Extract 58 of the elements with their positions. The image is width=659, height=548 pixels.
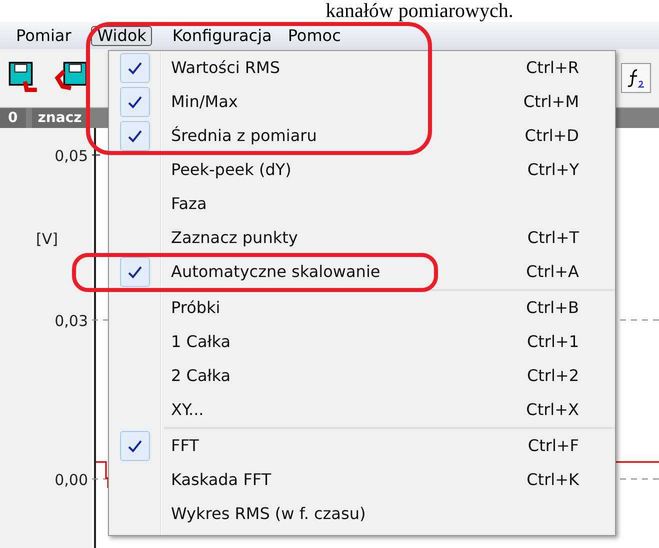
menu-item-label: 1 Całka xyxy=(171,331,231,353)
menu-bar-item[interactable]: Widok xyxy=(91,26,152,46)
shortcut-label: Ctrl+A xyxy=(526,261,579,283)
menu-item[interactable]: Zaznacz punkty Ctrl+T xyxy=(109,224,615,252)
menu-item[interactable]: FFT Ctrl+F xyxy=(109,432,615,460)
menu-item[interactable]: 1 Całka Ctrl+1 xyxy=(109,328,615,356)
menu-item[interactable]: Próbki Ctrl+B xyxy=(109,294,615,322)
menu-item-label: Faza xyxy=(171,193,207,215)
shortcut-label: Ctrl+M xyxy=(523,91,579,113)
axis-tick-label: 0,05 xyxy=(54,146,88,165)
shortcut-label: Ctrl+X xyxy=(526,399,579,421)
shortcut-label: Ctrl+2 xyxy=(526,365,579,387)
menu-item-label: FFT xyxy=(171,435,199,457)
menu-bar-item[interactable]: Konfiguracja xyxy=(166,26,278,46)
axis-tick-label: 0,00 xyxy=(54,470,88,489)
menu-item[interactable]: Peek-peek (dY) Ctrl+Y xyxy=(109,156,615,184)
shortcut-label: Ctrl+D xyxy=(524,125,579,147)
menu-item-label: Automatyczne skalowanie xyxy=(171,261,380,283)
caption-text: kanałów pomiarowych. xyxy=(326,0,514,22)
channel-label: znacz xyxy=(32,108,88,128)
menu-item-label: 2 Całka xyxy=(171,365,231,387)
menu-item-label: Wykres RMS (w f. czasu) xyxy=(171,503,366,525)
check-icon xyxy=(128,96,142,108)
check-icon xyxy=(128,62,142,74)
axis-unit-label: [V] xyxy=(36,229,58,248)
menu-item[interactable]: Kaskada FFT Ctrl+K xyxy=(109,466,615,494)
menu-item[interactable]: XY... Ctrl+X xyxy=(109,396,615,424)
shortcut-label: Ctrl+B xyxy=(526,297,579,319)
menu-item[interactable]: Wartości RMS Ctrl+R xyxy=(109,54,615,82)
menu-item[interactable]: Wykres RMS (w f. czasu) xyxy=(109,500,615,528)
function-icon xyxy=(627,68,645,88)
menu-item-label: Średnia z pomiaru xyxy=(171,125,317,147)
menu-item-label: XY... xyxy=(171,399,204,421)
shortcut-label: Ctrl+T xyxy=(527,227,579,249)
menu-item[interactable]: Średnia z pomiaru Ctrl+D xyxy=(109,122,615,150)
check-icon xyxy=(128,440,142,452)
menu-item[interactable]: Faza xyxy=(109,190,615,218)
check-icon xyxy=(128,266,142,278)
menu-item[interactable]: 2 Całka Ctrl+2 xyxy=(109,362,615,390)
shortcut-label: Ctrl+R xyxy=(526,57,579,79)
menu-item-label: Próbki xyxy=(171,297,220,319)
function-button[interactable] xyxy=(621,63,651,94)
menu-item[interactable]: Automatyczne skalowanie Ctrl+A xyxy=(109,258,615,286)
channel-number: 0 xyxy=(0,108,26,128)
menu-item-label: Kaskada FFT xyxy=(171,469,272,491)
shortcut-label: Ctrl+Y xyxy=(527,159,579,181)
menu-item[interactable]: Min/Max Ctrl+M xyxy=(109,88,615,116)
check-icon xyxy=(128,130,142,142)
menu-item-label: Min/Max xyxy=(171,91,238,113)
menu-item-label: Peek-peek (dY) xyxy=(171,159,292,181)
menu-bar-item[interactable]: Pomiar xyxy=(10,26,78,46)
menu-bar-item[interactable]: Pomoc xyxy=(282,26,347,46)
axis-tick-label: 0,03 xyxy=(54,311,88,330)
shortcut-label: Ctrl+F xyxy=(528,435,579,457)
menu-item-label: Wartości RMS xyxy=(171,57,280,79)
shortcut-label: Ctrl+K xyxy=(526,469,579,491)
menu-item-label: Zaznacz punkty xyxy=(171,227,298,249)
shortcut-label: Ctrl+1 xyxy=(526,331,579,353)
